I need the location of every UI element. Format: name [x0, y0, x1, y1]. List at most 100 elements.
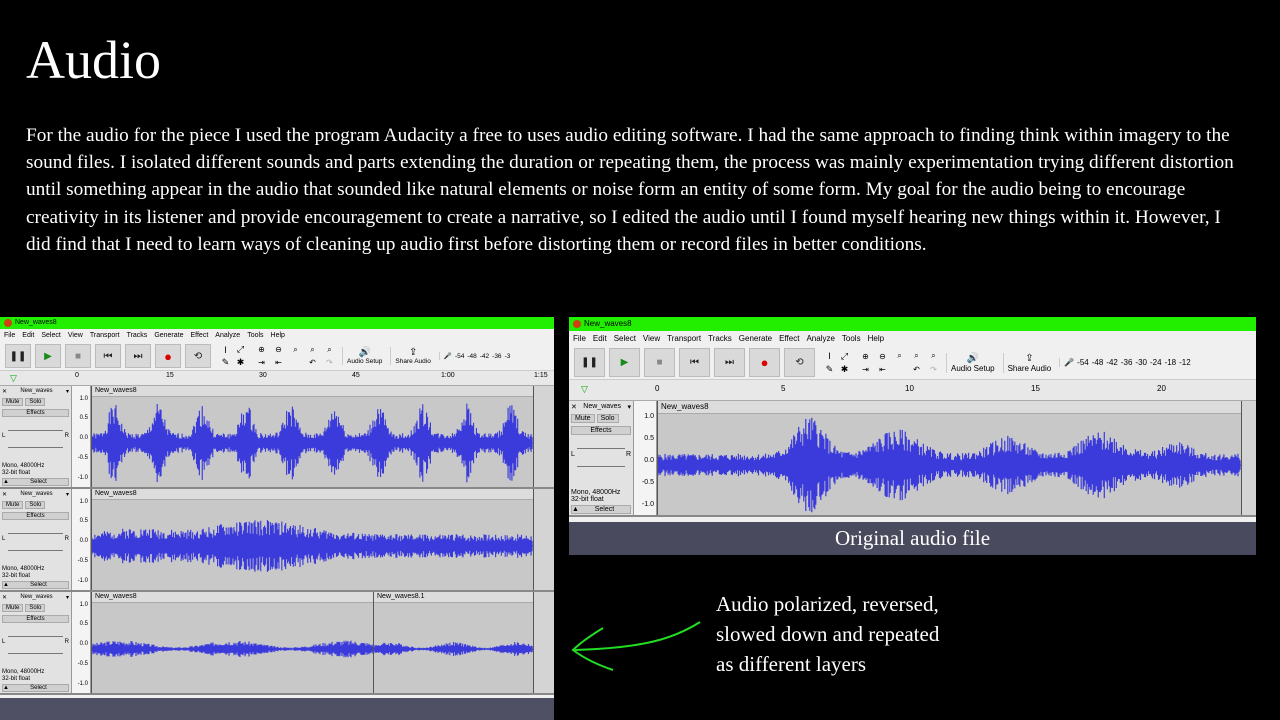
undo-icon[interactable]: ↶: [306, 357, 319, 368]
menu-edit[interactable]: Edit: [593, 331, 607, 346]
menu-view[interactable]: View: [643, 331, 660, 346]
menu-generate[interactable]: Generate: [154, 329, 183, 342]
gain-slider[interactable]: [577, 440, 625, 449]
skip-end-button[interactable]: ⏭: [125, 344, 151, 368]
menu-help[interactable]: Help: [868, 331, 884, 346]
fit-selection-icon[interactable]: ⌕: [893, 351, 906, 362]
record-button[interactable]: ●: [155, 344, 181, 368]
menu-generate[interactable]: Generate: [739, 331, 772, 346]
effects-button[interactable]: Effects: [2, 409, 69, 417]
silence-icon[interactable]: ⇤: [272, 357, 285, 368]
mute-button[interactable]: Mute: [2, 398, 24, 406]
zoom-toggle-icon[interactable]: ⌕: [323, 344, 336, 355]
menu-effect[interactable]: Effect: [779, 331, 799, 346]
effects-button[interactable]: Effects: [2, 512, 69, 520]
silence-icon[interactable]: ⇤: [876, 364, 889, 375]
menu-transport[interactable]: Transport: [90, 329, 120, 342]
audio-clip[interactable]: New_waves8: [91, 386, 534, 487]
redo-icon[interactable]: ↷: [323, 357, 336, 368]
selection-tool-icon[interactable]: I: [219, 344, 232, 355]
collapse-icon[interactable]: ▲: [3, 582, 9, 588]
menu-analyze[interactable]: Analyze: [806, 331, 834, 346]
timeline-ruler[interactable]: ▽ 0 5 10 15 20: [569, 380, 1256, 401]
effects-button[interactable]: Effects: [2, 615, 69, 623]
mute-button[interactable]: Mute: [2, 604, 24, 612]
select-track-button[interactable]: ▲ Select: [2, 478, 69, 486]
chevron-down-icon[interactable]: ▾: [627, 403, 631, 411]
menu-view[interactable]: View: [68, 329, 83, 342]
redo-icon[interactable]: ↷: [927, 364, 940, 375]
gain-slider[interactable]: [8, 525, 63, 534]
clip-name[interactable]: New_waves8: [92, 489, 533, 500]
close-track-icon[interactable]: ✕: [2, 594, 7, 601]
record-button[interactable]: ●: [749, 348, 780, 377]
solo-button[interactable]: Solo: [25, 501, 46, 509]
collapse-icon[interactable]: ▲: [3, 685, 9, 691]
track-name-menu[interactable]: New_waves: [20, 491, 52, 498]
zoom-toggle-icon[interactable]: ⌕: [927, 351, 940, 362]
recording-meter[interactable]: 🎤 -54 -48 -42 -36 -3: [438, 352, 510, 360]
zoom-out-icon[interactable]: ⊖: [272, 344, 285, 355]
menu-analyze[interactable]: Analyze: [215, 329, 240, 342]
skip-start-button[interactable]: ⏮: [679, 348, 710, 377]
fit-selection-icon[interactable]: ⌕: [289, 344, 302, 355]
pan-slider[interactable]: [577, 458, 625, 467]
chevron-down-icon[interactable]: ▾: [66, 491, 69, 498]
multi-tool-icon[interactable]: ✱: [234, 357, 247, 368]
envelope-tool-icon[interactable]: ⤢: [838, 351, 851, 362]
share-audio-button[interactable]: ⇪ Share Audio: [390, 347, 434, 365]
solo-button[interactable]: Solo: [596, 414, 619, 423]
solo-button[interactable]: Solo: [25, 604, 46, 612]
play-button[interactable]: ▶: [35, 344, 61, 368]
menu-file[interactable]: File: [573, 331, 586, 346]
select-track-button[interactable]: ▲ Select: [2, 684, 69, 692]
undo-icon[interactable]: ↶: [910, 364, 923, 375]
select-track-button[interactable]: ▲ Select: [2, 581, 69, 589]
play-button[interactable]: ▶: [609, 348, 640, 377]
multi-tool-icon[interactable]: ✱: [838, 364, 851, 375]
audio-clip[interactable]: New_waves8: [657, 401, 1242, 515]
zoom-in-icon[interactable]: ⊕: [859, 351, 872, 362]
draw-tool-icon[interactable]: ✎: [823, 364, 836, 375]
menu-help[interactable]: Help: [271, 329, 285, 342]
collapse-icon[interactable]: ▲: [572, 506, 579, 513]
pan-slider[interactable]: [8, 439, 63, 448]
audio-setup-button[interactable]: 🔊 Audio Setup: [342, 347, 386, 365]
select-track-button[interactable]: ▲ Select: [571, 505, 631, 514]
track-name-menu[interactable]: New_waves: [583, 403, 621, 411]
menu-tracks[interactable]: Tracks: [127, 329, 148, 342]
close-track-icon[interactable]: ✕: [2, 388, 7, 395]
fit-project-icon[interactable]: ⌕: [306, 344, 319, 355]
menu-edit[interactable]: Edit: [22, 329, 34, 342]
stop-button[interactable]: ■: [644, 348, 675, 377]
mute-button[interactable]: Mute: [571, 414, 595, 423]
clip-name[interactable]: New_waves8: [92, 386, 533, 397]
close-track-icon[interactable]: ✕: [571, 403, 577, 411]
menu-transport[interactable]: Transport: [667, 331, 701, 346]
play-head-icon[interactable]: ▽: [10, 373, 17, 384]
pan-slider[interactable]: [8, 645, 63, 654]
close-track-icon[interactable]: ✕: [2, 491, 7, 498]
effects-button[interactable]: Effects: [571, 426, 631, 435]
pan-slider[interactable]: [8, 542, 63, 551]
pause-button[interactable]: ❚❚: [574, 348, 605, 377]
track-name-menu[interactable]: New_waves: [20, 388, 52, 395]
loop-button[interactable]: ⟲: [784, 348, 815, 377]
waveform-area[interactable]: New_waves8 New_waves8.1: [91, 592, 554, 693]
waveform-area[interactable]: New_waves8: [91, 489, 554, 590]
mute-button[interactable]: Mute: [2, 501, 24, 509]
trim-icon[interactable]: ⇥: [859, 364, 872, 375]
menu-select[interactable]: Select: [41, 329, 60, 342]
track-name-menu[interactable]: New_waves: [20, 594, 52, 601]
trim-icon[interactable]: ⇥: [255, 357, 268, 368]
chevron-down-icon[interactable]: ▾: [66, 594, 69, 601]
skip-start-button[interactable]: ⏮: [95, 344, 121, 368]
waveform-area[interactable]: New_waves8: [91, 386, 554, 487]
waveform-area[interactable]: New_waves8: [657, 401, 1256, 515]
clip-name-2[interactable]: New_waves8.1: [374, 592, 533, 603]
skip-end-button[interactable]: ⏭: [714, 348, 745, 377]
selection-tool-icon[interactable]: I: [823, 351, 836, 362]
menu-effect[interactable]: Effect: [191, 329, 209, 342]
audio-clip-2[interactable]: New_waves8.1: [373, 592, 534, 693]
clip-name[interactable]: New_waves8: [92, 592, 374, 603]
